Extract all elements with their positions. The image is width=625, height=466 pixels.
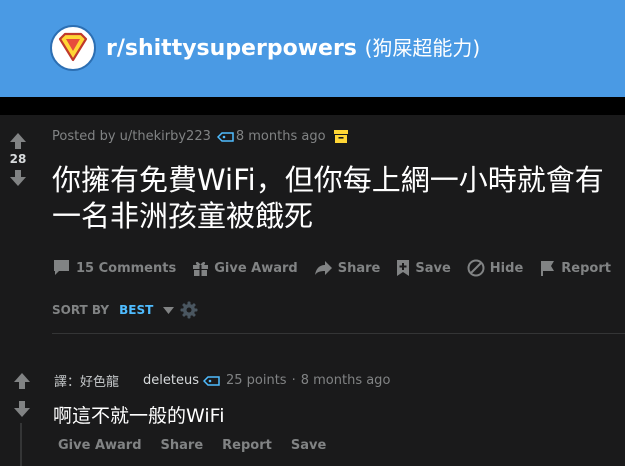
comment-points: 25 points — [225, 373, 287, 388]
share-label: Share — [337, 260, 381, 276]
subreddit-header: r/shittysuperpowers (狗屎超能力) — [0, 0, 625, 97]
sort-value[interactable]: BEST — [119, 303, 153, 317]
post-card: 28 Posted by u/thekirby223 8 months ago … — [0, 115, 625, 466]
post-meta: Posted by u/thekirby223 8 months ago — [52, 129, 348, 144]
flag-icon — [541, 260, 555, 276]
subreddit-name[interactable]: r/shittysuperpowers — [106, 36, 357, 61]
comment-thread-line[interactable] — [20, 423, 22, 466]
comment-author-block[interactable]: deleteus 譯：好色龍 — [53, 373, 199, 390]
subreddit-superman-icon[interactable] — [50, 25, 96, 71]
comment-vote-column — [10, 371, 34, 419]
save-label: Save — [415, 260, 451, 276]
report-button[interactable]: Report — [539, 260, 611, 277]
bookmark-plus-icon — [397, 260, 410, 276]
comment-tag-icon — [202, 375, 220, 386]
sort-control[interactable]: SORT BY BEST — [52, 301, 198, 319]
hide-label: Hide — [489, 260, 524, 276]
post-time[interactable]: 8 months ago — [236, 129, 326, 144]
give-award-button[interactable]: Give Award — [192, 260, 298, 277]
post-score: 28 — [9, 152, 27, 166]
share-button[interactable]: Share — [314, 260, 381, 276]
comment-separator: · — [291, 373, 296, 388]
post-actions: 15 Comments Give Award Share Save Hide R… — [52, 259, 625, 277]
hide-button[interactable]: Hide — [467, 259, 523, 277]
comment-meta: deleteus 譯：好色龍 25 points · 8 months ago — [53, 373, 391, 390]
subreddit-title[interactable]: r/shittysuperpowers (狗屎超能力) — [106, 32, 480, 61]
divider — [52, 333, 625, 334]
comment-share-button[interactable]: Share — [161, 438, 204, 453]
comment-translator-flair: 譯：好色龍 — [54, 375, 120, 390]
downvote-icon[interactable] — [6, 168, 30, 188]
post-author[interactable]: Posted by u/thekirby223 — [52, 129, 211, 144]
share-icon — [314, 261, 332, 275]
post-title[interactable]: 你擁有免費WiFi，但你每上網一小時就會有一名非洲孩童被餓死 — [52, 162, 612, 234]
comment-body: 啊這不就一般的WiFi — [53, 405, 225, 427]
comment-save-button[interactable]: Save — [291, 438, 326, 453]
comment-icon — [54, 260, 69, 275]
save-button[interactable]: Save — [396, 259, 451, 277]
give-award-label: Give Award — [214, 260, 298, 276]
post-vote-column: 28 — [6, 131, 30, 188]
comment-downvote-icon[interactable] — [10, 399, 34, 419]
comments-button[interactable]: 15 Comments — [52, 259, 176, 277]
upvote-icon[interactable] — [6, 131, 30, 151]
tag-icon — [216, 131, 234, 142]
hide-icon — [467, 259, 485, 277]
comment-report-button[interactable]: Report — [222, 438, 272, 453]
subreddit-translation: (狗屎超能力) — [364, 36, 481, 60]
gear-icon[interactable] — [180, 301, 198, 319]
comment-give-award-button[interactable]: Give Award — [58, 438, 142, 453]
archive-icon — [333, 130, 348, 143]
comment-actions: Give Award Share Report Save — [58, 438, 345, 453]
caret-down-icon[interactable] — [163, 306, 175, 314]
comment-time[interactable]: 8 months ago — [301, 373, 391, 388]
comment-upvote-icon[interactable] — [10, 371, 34, 391]
sort-label: SORT BY — [52, 303, 110, 317]
comments-label: 15 Comments — [76, 260, 177, 276]
report-label: Report — [561, 260, 611, 276]
gift-icon — [193, 261, 209, 276]
